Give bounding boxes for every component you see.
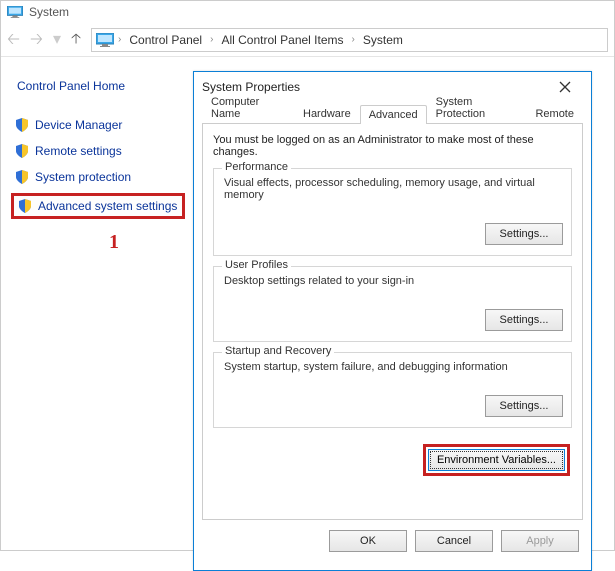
- user-profiles-group: User Profiles Desktop settings related t…: [213, 266, 572, 342]
- performance-desc: Visual effects, processor scheduling, me…: [224, 177, 563, 201]
- forward-button[interactable]: 🡢: [30, 32, 43, 48]
- admin-note: You must be logged on as an Administrato…: [213, 134, 572, 158]
- close-button[interactable]: [547, 75, 583, 99]
- shield-icon: [15, 118, 29, 132]
- tab-hardware[interactable]: Hardware: [294, 104, 360, 123]
- apply-button[interactable]: Apply: [501, 530, 579, 552]
- tab-strip: Computer Name Hardware Advanced System P…: [202, 102, 583, 124]
- sidebar-item-label: Advanced system settings: [38, 199, 177, 213]
- window-titlebar: System: [1, 1, 614, 23]
- annotation-1: 1: [109, 231, 119, 254]
- chevron-right-icon[interactable]: ›: [118, 34, 121, 45]
- address-bar[interactable]: › Control Panel › All Control Panel Item…: [91, 28, 608, 52]
- chevron-right-icon[interactable]: ›: [210, 34, 213, 45]
- control-panel-home-link[interactable]: Control Panel Home: [17, 79, 185, 93]
- recent-dropdown-icon[interactable]: ▾: [53, 32, 61, 48]
- close-icon: [559, 81, 571, 93]
- env-button-row: Environment Variables...: [213, 438, 572, 476]
- sidebar-item-remote-settings[interactable]: Remote settings: [11, 141, 185, 161]
- shield-icon: [18, 199, 32, 213]
- performance-group: Performance Visual effects, processor sc…: [213, 168, 572, 256]
- shield-icon: [15, 170, 29, 184]
- sidebar-item-system-protection[interactable]: System protection: [11, 167, 185, 187]
- chevron-right-icon[interactable]: ›: [352, 34, 355, 45]
- shield-icon: [15, 144, 29, 158]
- user-profiles-desc: Desktop settings related to your sign-in: [224, 275, 563, 287]
- tab-page-advanced: You must be logged on as an Administrato…: [202, 124, 583, 520]
- startup-recovery-legend: Startup and Recovery: [222, 345, 334, 357]
- startup-recovery-desc: System startup, system failure, and debu…: [224, 361, 563, 373]
- back-button[interactable]: 🡠: [7, 32, 20, 48]
- cancel-button[interactable]: Cancel: [415, 530, 493, 552]
- sidebar-item-device-manager[interactable]: Device Manager: [11, 115, 185, 135]
- monitor-icon: [96, 33, 114, 47]
- tab-advanced[interactable]: Advanced: [360, 105, 427, 124]
- monitor-icon: [7, 6, 23, 18]
- tab-computer-name[interactable]: Computer Name: [202, 92, 294, 123]
- ok-button[interactable]: OK: [329, 530, 407, 552]
- dialog-footer: OK Cancel Apply: [194, 520, 591, 562]
- performance-legend: Performance: [222, 161, 291, 173]
- breadcrumb-control-panel[interactable]: Control Panel: [125, 31, 206, 49]
- tab-system-protection[interactable]: System Protection: [427, 92, 527, 123]
- sidebar-item-label: Remote settings: [35, 144, 122, 158]
- sidebar-item-label: System protection: [35, 170, 131, 184]
- startup-recovery-group: Startup and Recovery System startup, sys…: [213, 352, 572, 428]
- nav-toolbar: 🡠 🡢 ▾ 🡡 › Control Panel › All Control Pa…: [1, 23, 614, 57]
- sidebar: Control Panel Home Device Manager Remote…: [1, 65, 189, 231]
- window-title: System: [29, 5, 69, 19]
- startup-recovery-settings-button[interactable]: Settings...: [485, 395, 563, 417]
- user-profiles-settings-button[interactable]: Settings...: [485, 309, 563, 331]
- sidebar-item-advanced-system-settings[interactable]: Advanced system settings: [11, 193, 185, 219]
- system-properties-dialog: System Properties Computer Name Hardware…: [193, 71, 592, 571]
- environment-variables-button[interactable]: Environment Variables...: [428, 449, 565, 471]
- user-profiles-legend: User Profiles: [222, 259, 291, 271]
- sidebar-item-label: Device Manager: [35, 118, 122, 132]
- performance-settings-button[interactable]: Settings...: [485, 223, 563, 245]
- up-button[interactable]: 🡡: [71, 28, 81, 52]
- breadcrumb-system[interactable]: System: [359, 31, 407, 49]
- breadcrumb-all-items[interactable]: All Control Panel Items: [217, 31, 347, 49]
- tab-remote[interactable]: Remote: [526, 104, 583, 123]
- env-highlight: Environment Variables...: [423, 444, 570, 476]
